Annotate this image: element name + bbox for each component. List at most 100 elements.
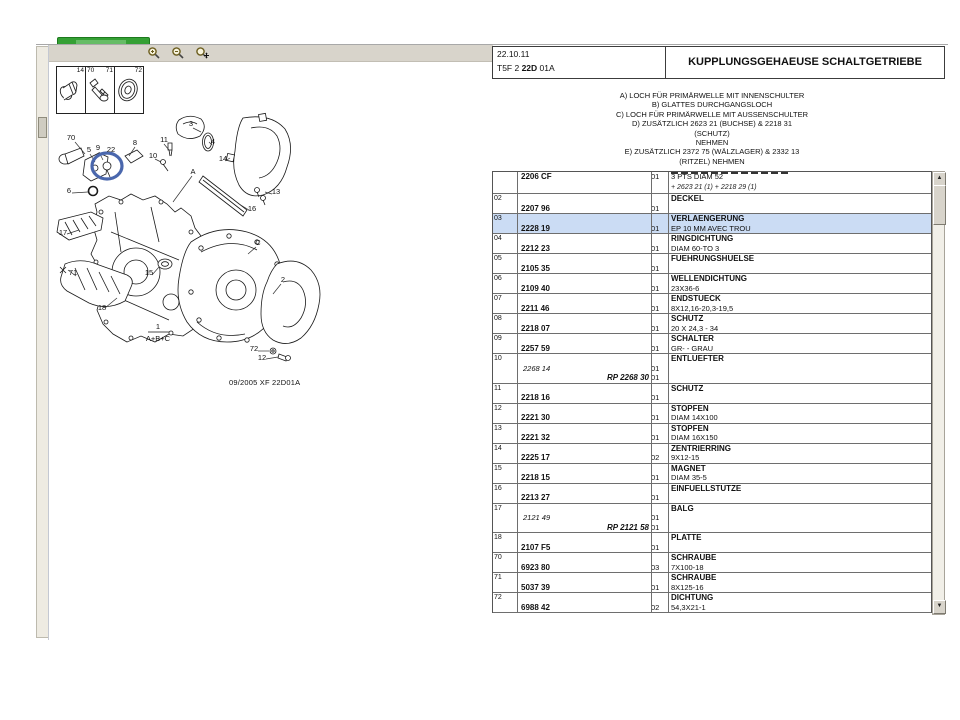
diagram-label-2[interactable]: 2 (281, 275, 285, 284)
part-name: FUEHRUNGSHUELSE (668, 254, 931, 264)
table-row[interactable]: 13STOPFEN2221 3201DIAM 16X150 (493, 424, 931, 444)
table-row[interactable]: 71SCHRAUBE5037 39018X125-16 (493, 573, 931, 593)
diagram-label-12[interactable]: 12 (258, 353, 266, 362)
table-row[interactable]: 11SCHUTZ2218 1601 (493, 384, 931, 404)
scroll-down-button[interactable]: ▼ (933, 600, 946, 614)
note-line: E) ZUSÄTZLICH 2372 75 (WÄLZLAGER) & 2332… (492, 147, 932, 156)
part-index: 09 (493, 334, 517, 344)
thumbnail-label: 71 (106, 67, 113, 74)
part-name: SCHUTZ (668, 314, 931, 324)
parts-catalog-window: 14 70 71 (0, 0, 960, 720)
table-row[interactable]: 05FUEHRUNGSHUELSE2105 3501 (493, 254, 931, 274)
part-dims: 20 X 24,3 - 34 (668, 324, 931, 334)
diagram-label-16[interactable]: 16 (248, 204, 256, 213)
part-index: 04 (493, 234, 517, 244)
table-row[interactable]: 18PLATTE2107 F501 (493, 533, 931, 553)
diagram-label-13[interactable]: 13 (272, 187, 280, 196)
zoom-out-icon[interactable] (171, 46, 185, 60)
diagram-label-9[interactable]: 9 (96, 143, 100, 152)
diagram-label-71[interactable]: 71 (69, 268, 77, 277)
diagram-label-70[interactable]: 70 (67, 133, 75, 142)
thumbnail-70-71[interactable]: 70 71 (85, 66, 115, 114)
diagram-label-72[interactable]: 72 (250, 344, 258, 353)
part-qty: 01 (651, 364, 668, 374)
table-row[interactable]: 03VERLAENGERUNG2228 1901EP 10 MM AVEC TR… (493, 214, 931, 234)
note-line: B) GLATTES DURCHGANGSLOCH (492, 100, 932, 109)
part-ref: 2109 40 (517, 284, 651, 294)
part-dims: EP 10 MM AVEC TROU (668, 224, 931, 234)
figure-code: T5F 2 22D 01A (497, 63, 555, 73)
part-ref: 2105 35 (517, 264, 651, 274)
part-qty: 01 (651, 473, 668, 483)
part-dims: 9X12-15 (668, 453, 931, 463)
diagram-label-4[interactable]: 4 (211, 137, 215, 146)
table-row[interactable]: 06WELLENDICHTUNG2109 400123X36-6 (493, 274, 931, 294)
diagram-label-A[interactable]: A (190, 167, 195, 176)
table-row[interactable]: 17BALG2121 4901RP 2121 5801 (493, 504, 931, 534)
part-name: DICHTUNG (668, 593, 931, 603)
table-row[interactable]: 2206 CF013 PTS DIAM 52+ 2623 21 (1) + 22… (493, 172, 931, 194)
part-ref: 5037 39 (517, 583, 651, 593)
note-line: (RITZEL) NEHMEN (492, 157, 932, 166)
table-row[interactable]: 10ENTLUEFTER2268 1401RP 2268 3001 (493, 354, 931, 384)
part-ref: 2221 32 (517, 433, 651, 443)
part-qty: 01 (651, 284, 668, 294)
table-row[interactable]: 07ENDSTUECK2211 46018X12,16-20,3-19,5 (493, 294, 931, 314)
part-name: WELLENDICHTUNG (668, 274, 931, 284)
diagram-label-15[interactable]: 15 (145, 268, 153, 277)
thumbnail-14[interactable]: 14 (56, 66, 86, 114)
diagram-label-11[interactable]: 11 (160, 135, 168, 144)
diagram-label-18[interactable]: 18 (98, 303, 106, 312)
part-qty: 01 (651, 413, 668, 423)
part-ref: 6988 42 (517, 603, 651, 613)
part-index: 72 (493, 593, 517, 603)
part-index: 13 (493, 424, 517, 434)
diagram-label-10[interactable]: 10 (149, 151, 157, 160)
table-row[interactable]: 70SCHRAUBE6923 80037X100-18 (493, 553, 931, 573)
part-thumbnails: 14 70 71 (56, 66, 143, 114)
part-name: PLATTE (668, 533, 931, 543)
left-scrollbar-thumb[interactable] (38, 117, 47, 138)
table-row[interactable]: 08SCHUTZ2218 070120 X 24,3 - 34 (493, 314, 931, 334)
scrollbar-thumb[interactable] (933, 185, 946, 225)
part-ref: 2207 96 (517, 204, 651, 214)
part-name: EINFUELLSTUTZE (668, 484, 931, 494)
table-scrollbar[interactable]: ▲ ▼ (932, 171, 945, 615)
diagram-label-5[interactable]: 5 (87, 145, 91, 154)
table-row[interactable]: 02DECKEL2207 9601 (493, 194, 931, 214)
table-row[interactable]: 09SCHALTER2257 5901GR- - GRAU (493, 334, 931, 354)
diagram-label-14[interactable]: 14 (219, 154, 227, 163)
table-row[interactable]: 16EINFUELLSTUTZE2213 2701 (493, 484, 931, 504)
svg-text:A+B+C: A+B+C (146, 334, 171, 343)
diagram-label-C[interactable]: C (255, 238, 261, 247)
diagram-label-22[interactable]: 22 (107, 145, 115, 154)
part-qty: 01 (651, 304, 668, 314)
scroll-up-button[interactable]: ▲ (933, 172, 946, 186)
diagram-label-8[interactable]: 8 (133, 138, 137, 147)
part-index: 02 (493, 194, 517, 204)
diagram-label-17[interactable]: 17 (59, 228, 67, 237)
thumbnail-72[interactable]: 72 (114, 66, 144, 114)
table-row[interactable]: 04RINGDICHTUNG2212 2301DIAM 60-TO 3 (493, 234, 931, 254)
zoom-pan-icon[interactable] (195, 46, 209, 60)
table-row[interactable]: 15MAGNET2218 1501DIAM 35-5 (493, 464, 931, 484)
part-ref: 2221 30 (517, 413, 651, 423)
part-qty: 02 (651, 603, 668, 613)
diagram-label-3[interactable]: 3 (189, 119, 193, 128)
part-ref: 2218 16 (517, 393, 651, 403)
part-index: 06 (493, 274, 517, 284)
part-index: 11 (493, 384, 517, 394)
part-qty: 01 (651, 244, 668, 254)
part-dims: GR- - GRAU (668, 344, 931, 354)
part-qty: 01 (651, 224, 668, 234)
table-row[interactable]: 12STOPFEN2221 3001DIAM 14X100 (493, 404, 931, 424)
table-row[interactable]: 14ZENTRIERRING2225 17029X12-15 (493, 444, 931, 464)
diagram-label-6[interactable]: 6 (67, 186, 71, 195)
thumbnail-label: 14 (77, 67, 84, 74)
diagram-caption: 09/2005 XF 22D01A (229, 378, 300, 387)
zoom-in-icon[interactable] (147, 46, 161, 60)
part-name: STOPFEN (668, 424, 931, 434)
part-index: 03 (493, 214, 517, 224)
exploded-diagram: 1 A+B+C 705922811103414A1316617711815C27… (51, 112, 351, 402)
table-row[interactable]: 72DICHTUNG6988 420254,3X21-1 (493, 593, 931, 613)
